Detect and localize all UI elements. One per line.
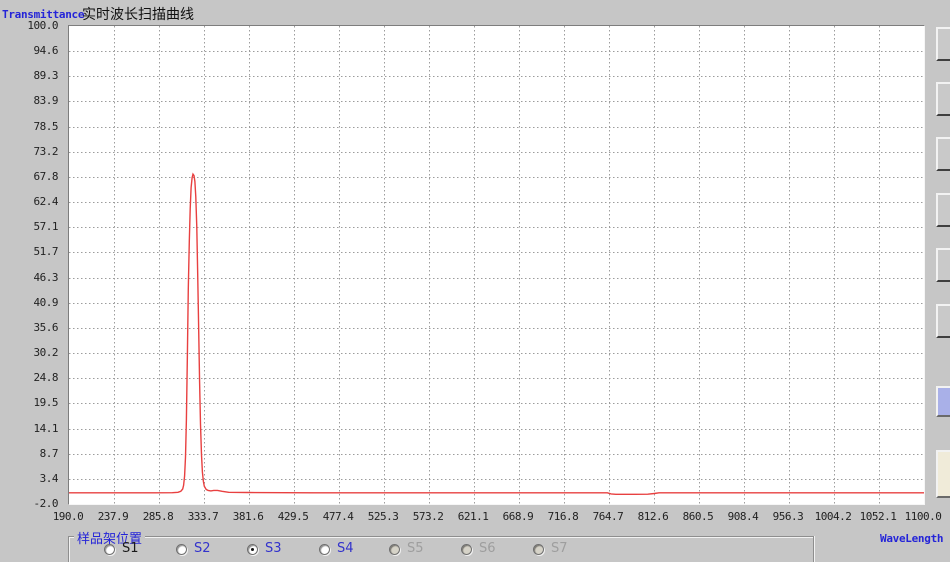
y-tick-label: 83.9 (33, 94, 59, 108)
side-button-4[interactable] (936, 193, 950, 227)
y-tick-label: 46.3 (33, 270, 59, 284)
chart-title: 实时波长扫描曲线 (82, 7, 194, 23)
radio-s6-label: S6 (479, 541, 496, 556)
radio-s6-circle (461, 544, 472, 555)
side-button-3[interactable] (936, 137, 950, 171)
radio-s2-label: S2 (194, 541, 211, 556)
radio-s1-label: S1 (122, 541, 139, 556)
radio-s5-circle (389, 544, 400, 555)
radio-s3-label: S3 (265, 541, 282, 556)
radio-s4-label: S4 (337, 541, 354, 556)
app-root: { "title": "实时波长扫描曲线", "y_axis_caption":… (0, 0, 950, 562)
radio-s4-circle[interactable] (319, 544, 330, 555)
y-tick-label: 67.8 (33, 169, 59, 183)
y-tick-label: 30.2 (33, 346, 59, 360)
radio-s2-circle[interactable] (176, 544, 187, 555)
scan-plot-svg (69, 26, 924, 504)
y-tick-label: 51.7 (33, 245, 59, 259)
radio-s1-circle[interactable] (104, 544, 115, 555)
y-tick-label: 100.0 (27, 19, 58, 32)
y-tick-label: 3.4 (39, 471, 59, 485)
y-tick-label: -2.0 (33, 497, 59, 510)
y-tick-label: 14.1 (33, 421, 59, 435)
side-button-1[interactable] (936, 27, 950, 61)
y-tick-label: 8.7 (39, 446, 59, 460)
radio-s7-label: S7 (551, 541, 568, 556)
y-tick-label: 78.5 (33, 119, 59, 133)
y-tick-label: 24.8 (33, 371, 59, 385)
scan-plot-area (68, 25, 925, 505)
y-tick-label: 89.3 (33, 69, 59, 83)
radio-s5-label: S5 (407, 541, 424, 556)
radio-s7-circle (533, 544, 544, 555)
y-tick-label: 57.1 (33, 220, 59, 234)
x-axis-caption: WaveLength (880, 532, 944, 545)
x-tick-label: 1100.0 (904, 510, 942, 523)
y-tick-label: 35.6 (33, 320, 59, 334)
side-button-5[interactable] (936, 248, 950, 282)
radio-s3-circle[interactable] (247, 544, 258, 555)
y-tick-label: 40.9 (33, 295, 59, 309)
side-button-8[interactable] (936, 450, 950, 498)
side-button-2[interactable] (936, 82, 950, 116)
side-button-6[interactable] (936, 304, 950, 338)
y-tick-label: 19.5 (33, 396, 59, 410)
side-button-7[interactable] (936, 386, 950, 417)
scan-curve (69, 172, 924, 495)
y-tick-label: 94.6 (33, 44, 59, 58)
y-tick-label: 62.4 (33, 195, 59, 209)
y-tick-label: 73.2 (33, 144, 59, 158)
radio-selected-dot (251, 548, 254, 551)
